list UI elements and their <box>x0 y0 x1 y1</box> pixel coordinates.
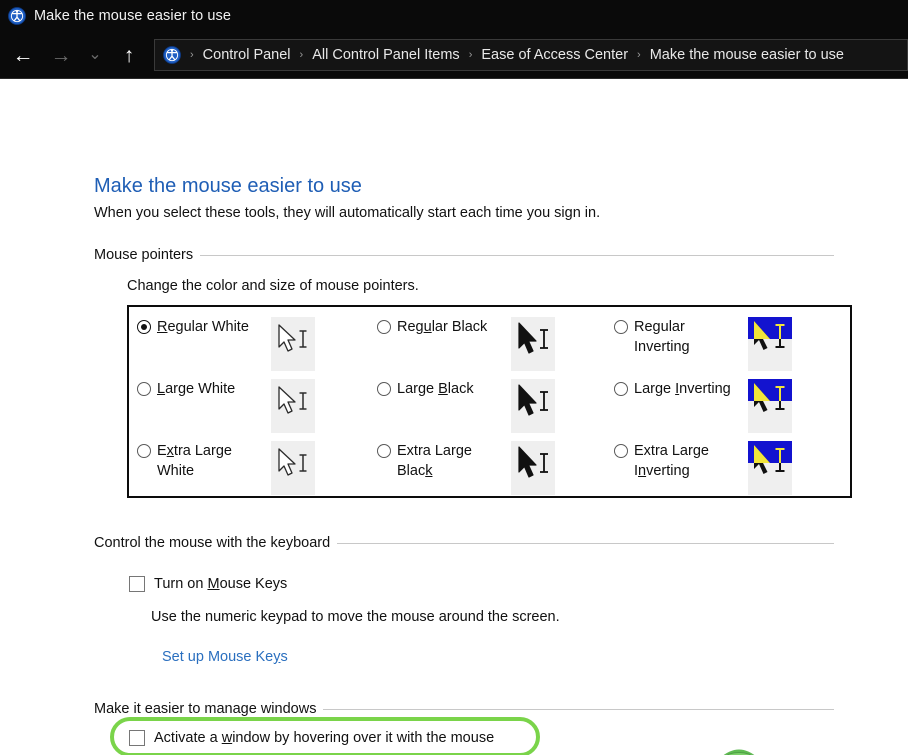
pointer-column-white: Regular White Large White Extra Large Wh… <box>137 307 377 496</box>
pointer-option-large-white[interactable]: Large White <box>137 379 315 437</box>
pointer-preview-white-icon <box>271 379 315 433</box>
chevron-down-icon: ⌄ <box>88 46 102 63</box>
section-rule <box>200 254 834 256</box>
checkbox-turn-on-mouse-keys[interactable]: Turn on Mouse Keys <box>129 576 287 592</box>
pointer-preview-black-icon <box>511 441 555 495</box>
window-title: Make the mouse easier to use <box>34 8 232 24</box>
pointer-column-inverting: Regular Inverting Large Inverting Extra … <box>614 307 854 496</box>
address-breadcrumb-bar[interactable]: › Control Panel › All Control Panel Item… <box>154 39 908 71</box>
forward-arrow-icon: → <box>50 43 72 67</box>
radio-button[interactable] <box>614 320 628 334</box>
page-title: Make the mouse easier to use <box>94 175 362 197</box>
pointers-instruction: Change the color and size of mouse point… <box>127 278 419 294</box>
pointer-option-regular-inverting[interactable]: Regular Inverting <box>614 317 792 375</box>
breadcrumb-separator: › <box>190 49 194 61</box>
breadcrumb-control-panel[interactable]: Control Panel <box>203 47 291 63</box>
radio-button[interactable] <box>377 382 391 396</box>
breadcrumb-separator: › <box>299 49 304 61</box>
pointer-option-regular-white[interactable]: Regular White <box>137 317 315 375</box>
radio-button[interactable] <box>377 320 391 334</box>
breadcrumb-all-control-panel-items[interactable]: All Control Panel Items <box>312 47 459 63</box>
ease-of-access-icon <box>8 7 26 25</box>
watermark: APPUALS wsxdn.com <box>668 742 908 755</box>
pointer-option-label: Extra Large Black <box>397 443 472 479</box>
pointer-option-label: Regular Black <box>397 319 488 335</box>
pointer-option-label: Extra Large Inverting <box>634 443 709 479</box>
radio-button[interactable] <box>137 444 151 458</box>
mouse-keys-description: Use the numeric keypad to move the mouse… <box>151 609 560 625</box>
link-set-up-mouse-keys[interactable]: Set up Mouse Keys <box>162 649 288 665</box>
breadcrumb-separator: › <box>637 49 641 61</box>
pointer-option-regular-black[interactable]: Regular Black <box>377 317 555 375</box>
radio-button[interactable] <box>614 382 628 396</box>
pointer-preview-inverting-icon <box>748 379 792 433</box>
pointer-option-large-black[interactable]: Large Black <box>377 379 555 437</box>
checkbox-label: Activate a window by hovering over it wi… <box>154 730 495 746</box>
pointer-option-label: Extra Large White <box>157 443 232 479</box>
pointer-preview-inverting-icon <box>748 317 792 371</box>
section-label: Mouse pointers <box>94 247 194 263</box>
up-arrow-icon[interactable]: ↑ <box>110 36 148 74</box>
page-subtitle: When you select these tools, they will a… <box>94 205 601 221</box>
checkbox-label: Turn on Mouse Keys <box>154 576 288 592</box>
mouse-pointer-options-group: Regular White Large White Extra Large Wh… <box>127 305 852 498</box>
pointer-preview-white-icon <box>271 317 315 371</box>
pointer-option-label: Large Inverting <box>634 381 731 397</box>
window-title-bar: Make the mouse easier to use <box>0 0 908 32</box>
section-header-control-mouse-keyboard: Control the mouse with the keyboard <box>94 535 834 551</box>
radio-button[interactable] <box>137 382 151 396</box>
checkbox-box[interactable] <box>129 576 145 592</box>
radio-button[interactable] <box>137 320 151 334</box>
pointer-preview-black-icon <box>511 317 555 371</box>
section-label: Make it easier to manage windows <box>94 701 317 717</box>
address-bar-icon <box>163 46 181 64</box>
section-rule <box>323 708 834 710</box>
radio-button[interactable] <box>614 444 628 458</box>
pointer-option-label: Regular Inverting <box>634 319 690 355</box>
section-label: Control the mouse with the keyboard <box>94 535 331 551</box>
breadcrumb-current-page[interactable]: Make the mouse easier to use <box>650 47 844 63</box>
pointer-option-label: Regular White <box>157 319 249 335</box>
breadcrumb-ease-of-access-center[interactable]: Ease of Access Center <box>481 47 628 63</box>
section-rule <box>337 542 834 544</box>
pointer-preview-black-icon <box>511 379 555 433</box>
watermark-brand: APPUALS <box>668 748 864 755</box>
pointer-preview-inverting-icon <box>748 441 792 495</box>
section-header-mouse-pointers: Mouse pointers <box>94 247 834 263</box>
watermark-mascot-icon <box>723 749 755 755</box>
pointer-preview-white-icon <box>271 441 315 495</box>
page-content: Make the mouse easier to use When you se… <box>0 79 908 755</box>
navigation-bar: ← → ⌄ ↑ › Control Panel › All Control Pa… <box>0 32 908 79</box>
pointer-option-extra-large-black[interactable]: Extra Large Black <box>377 441 555 499</box>
radio-button[interactable] <box>377 444 391 458</box>
pointer-option-extra-large-white[interactable]: Extra Large White <box>137 441 315 499</box>
back-arrow-icon[interactable]: ← <box>4 36 42 74</box>
pointer-column-black: Regular Black Large Black Extra Large Bl… <box>377 307 617 496</box>
breadcrumb-separator: › <box>468 49 473 61</box>
pointer-option-label: Large White <box>157 381 236 397</box>
checkbox-activate-window-on-hover[interactable]: Activate a window by hovering over it wi… <box>129 730 494 746</box>
section-header-manage-windows: Make it easier to manage windows <box>94 701 834 717</box>
checkbox-box[interactable] <box>129 730 145 746</box>
pointer-option-extra-large-inverting[interactable]: Extra Large Inverting <box>614 441 792 499</box>
pointer-option-label: Large Black <box>397 381 474 397</box>
pointer-option-large-inverting[interactable]: Large Inverting <box>614 379 792 437</box>
